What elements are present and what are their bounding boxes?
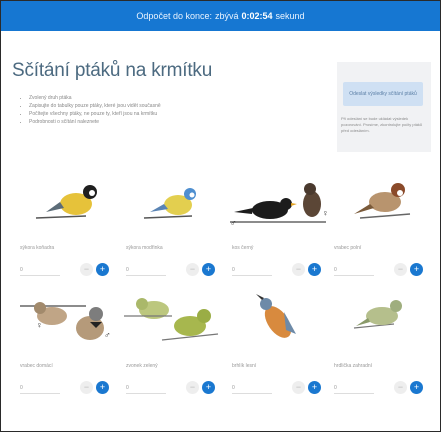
bird-head xyxy=(197,309,211,323)
decrement-button[interactable]: − xyxy=(394,263,407,276)
instruction-item: Počítejte všechny ptáky, ne pouze ty, kt… xyxy=(29,110,329,118)
increment-button[interactable]: + xyxy=(410,381,423,394)
bird-head xyxy=(390,300,402,312)
count-input[interactable] xyxy=(126,264,166,276)
count-input[interactable] xyxy=(20,382,60,394)
bird-card: sýkora koňadra − + xyxy=(16,172,116,307)
collared-dove-icon xyxy=(353,300,402,329)
count-input[interactable] xyxy=(232,264,272,276)
countdown-bar: Odpočet do konce: zbývá 0:02:54 sekund xyxy=(1,1,440,31)
increment-button[interactable]: + xyxy=(96,263,109,276)
house-sparrow-icon xyxy=(20,302,104,340)
bird-name: zvonek zelený xyxy=(126,363,158,369)
female-symbol: ♀ xyxy=(36,320,43,330)
increment-button[interactable]: + xyxy=(202,263,215,276)
count-input[interactable] xyxy=(232,382,272,394)
bird-head xyxy=(89,307,103,321)
increment-button[interactable]: + xyxy=(308,263,321,276)
decrement-button[interactable]: − xyxy=(394,381,407,394)
blackbird-icon xyxy=(230,183,326,223)
bird-card: vrabec polní − + xyxy=(330,172,430,307)
countdown-middle: zbývá xyxy=(214,11,239,21)
bird-name: brhlík lesní xyxy=(232,363,257,369)
bird-card: brhlík lesní − + xyxy=(228,290,328,425)
decrement-button[interactable]: − xyxy=(292,381,305,394)
decrement-button[interactable]: − xyxy=(292,263,305,276)
submit-panel xyxy=(337,62,431,152)
countdown-suffix: sekund xyxy=(275,11,305,21)
tree-sparrow-icon xyxy=(354,183,411,219)
instructions-list: Zvolený druh ptáka Zapisujte do tabulky … xyxy=(19,94,329,126)
bird-name: sýkora koňadra xyxy=(20,245,55,251)
greenfinch-icon xyxy=(124,298,219,341)
bird-name: sýkora modřinka xyxy=(126,245,163,251)
bird-card: sýkora modřinka − + xyxy=(122,172,222,307)
female-symbol: ♀ xyxy=(322,208,329,218)
count-input[interactable] xyxy=(126,382,166,394)
instruction-item: Podrobnosti o sčítání naleznete xyxy=(29,118,329,126)
decrement-button[interactable]: − xyxy=(186,263,199,276)
instruction-item: Zapisujte do tabulky pouze ptáky, které … xyxy=(29,102,329,110)
count-input[interactable] xyxy=(334,264,374,276)
count-input[interactable] xyxy=(20,264,60,276)
increment-button[interactable]: + xyxy=(308,381,321,394)
bird-head xyxy=(280,198,292,210)
instruction-item: Zvolený druh ptáka xyxy=(29,94,329,102)
increment-button[interactable]: + xyxy=(96,381,109,394)
bird-card: ♀ ♂ vrabec domácí − + xyxy=(16,290,116,425)
increment-button[interactable]: + xyxy=(202,381,215,394)
submit-note: Při odeslání se bude ukládat výsledek po… xyxy=(341,116,423,133)
bird-card: ♂ ♀ kos černý − + xyxy=(228,172,329,307)
bird-card: hrdlička zahradní − + xyxy=(330,290,430,425)
decrement-button[interactable]: − xyxy=(80,381,93,394)
countdown-prefix: Odpočet do konce: xyxy=(136,11,212,21)
bird-name: vrabec polní xyxy=(334,245,362,251)
decrement-button[interactable]: − xyxy=(80,263,93,276)
count-input[interactable] xyxy=(334,382,374,394)
bird-card: zvonek zelený − + xyxy=(122,290,222,425)
increment-button[interactable]: + xyxy=(410,263,423,276)
nuthatch-icon xyxy=(256,294,296,338)
great-tit-icon xyxy=(35,185,97,219)
send-results-button[interactable]: Odeslat výsledky sčítání ptáků xyxy=(343,82,423,106)
bird-name: vrabec domácí xyxy=(20,363,53,369)
male-symbol: ♂ xyxy=(104,330,111,340)
countdown-value: 0:02:54 xyxy=(241,11,273,21)
page-title: Sčítání ptáků na krmítku xyxy=(12,60,213,81)
decrement-button[interactable]: − xyxy=(186,381,199,394)
blue-tit-icon xyxy=(143,188,196,219)
bird-name: kos černý xyxy=(232,245,254,251)
bird-name: hrdlička zahradní xyxy=(334,363,373,369)
male-symbol: ♂ xyxy=(230,218,237,228)
